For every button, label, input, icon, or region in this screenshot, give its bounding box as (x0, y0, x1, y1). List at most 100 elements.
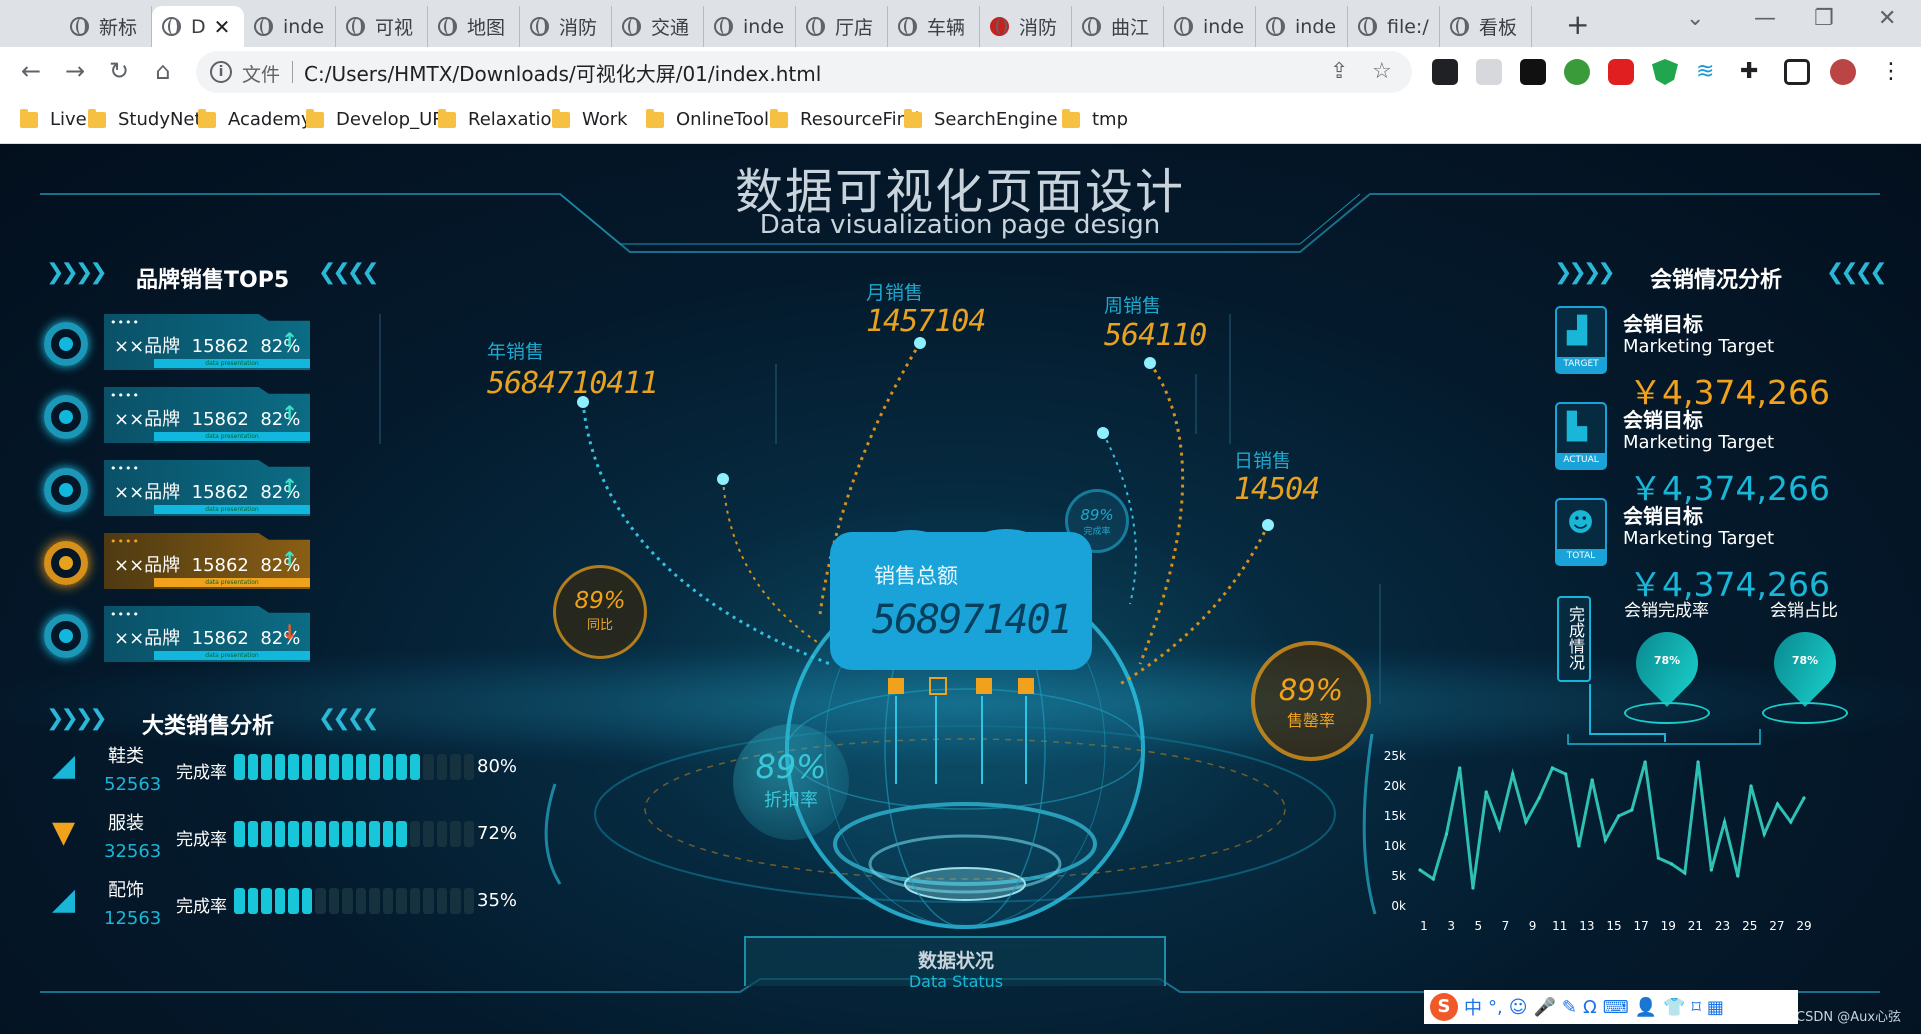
extension-icon[interactable] (1476, 59, 1502, 85)
tab[interactable]: inde (1164, 6, 1256, 47)
home-button[interactable]: ⌂ (146, 57, 180, 85)
tab[interactable]: 消防 (980, 6, 1072, 47)
reload-button[interactable]: ↻ (102, 57, 136, 85)
sidebar-icon[interactable] (1784, 59, 1810, 85)
progress-segment (288, 821, 299, 847)
tab[interactable]: 地图 (428, 6, 520, 47)
minimize-button[interactable]: — (1754, 6, 1776, 31)
ime-button[interactable]: 👤 (1635, 997, 1657, 1018)
ime-button[interactable]: ✎ (1562, 997, 1577, 1018)
bookmark-item[interactable]: ResourceFind (770, 108, 919, 130)
x-tick-label: 19 (1661, 919, 1676, 933)
bookmark-item[interactable]: StudyNet (88, 108, 202, 130)
bookmark-item[interactable]: SearchEngine (904, 108, 1058, 130)
extension-icon[interactable] (1564, 59, 1590, 85)
ime-button[interactable]: ⌑ (1692, 997, 1701, 1018)
tab-label: 地图 (467, 17, 506, 39)
bookmark-item[interactable]: OnlineTools (646, 108, 778, 130)
close-tab-icon[interactable]: ✕ (214, 15, 231, 39)
bookmark-item[interactable]: Develop_URL (306, 108, 455, 130)
bookmark-item[interactable]: Live (20, 108, 87, 130)
bookmark-item[interactable]: Academy (198, 108, 312, 130)
shield-icon[interactable] (1652, 59, 1678, 85)
ime-button[interactable]: °, (1488, 997, 1503, 1018)
share-gauge: 78% (1761, 619, 1849, 724)
brand-value: 15862 (191, 555, 249, 576)
tab[interactable]: file:/ (1348, 6, 1440, 47)
bookmark-star-icon[interactable]: ☆ (1372, 59, 1392, 84)
tab[interactable]: 交通 (612, 6, 704, 47)
brand-row: •••• ××品牌 15862 82% ↑ data presentation (44, 460, 314, 520)
ime-button[interactable]: ▦ (1707, 997, 1724, 1018)
ime-button[interactable]: 中 (1464, 994, 1482, 1020)
progress-segment (450, 888, 461, 914)
tab[interactable]: inde (1256, 6, 1348, 47)
bookmark-item[interactable]: Work (552, 108, 628, 130)
avatar[interactable] (1830, 59, 1856, 85)
ime-toolbar[interactable]: S 中 °, ☺ 🎤 ✎ Ω ⌨ 👤 👕 ⌑ ▦ (1424, 990, 1798, 1024)
globe-icon (1358, 17, 1377, 36)
folder-icon (306, 108, 324, 128)
tab-label: inde (1203, 15, 1245, 38)
youtube-icon[interactable] (1608, 59, 1634, 85)
globe-icon (622, 17, 641, 36)
ime-button[interactable]: ⌨ (1603, 997, 1629, 1018)
ime-button[interactable]: 🎤 (1534, 997, 1556, 1018)
chart-series-line (1419, 761, 1806, 889)
tab[interactable]: 可视 (336, 6, 428, 47)
folder-icon (646, 108, 664, 128)
browser-chrome: 新标 D ✕ inde 可视 地图 消防 交通 inde 厅店 车辆 消防 曲江 inde inde file… (0, 0, 1921, 144)
progress-segment (234, 821, 245, 847)
tab-search-icon[interactable]: ⌄ (1686, 6, 1704, 31)
restore-button[interactable]: ❐ (1814, 6, 1834, 31)
bookmark-item[interactable]: Relaxation (438, 108, 563, 130)
puzzle-icon[interactable]: ✚ (1740, 59, 1766, 85)
tab[interactable]: 新标 (60, 6, 152, 47)
tab[interactable]: 看板 (1440, 6, 1532, 47)
ime-button[interactable]: ☺ (1509, 997, 1528, 1018)
chart-point (1564, 772, 1568, 776)
extension-icon[interactable] (1520, 59, 1546, 85)
ime-button[interactable]: 👕 (1663, 997, 1685, 1018)
bookmark-item[interactable]: tmp (1062, 108, 1129, 130)
ime-button[interactable]: Ω (1583, 997, 1597, 1018)
forward-button[interactable]: → (58, 57, 92, 85)
omnibox[interactable]: i 文件 C:/Users/HMTX/Downloads/可视化大屏/01/in… (196, 51, 1412, 93)
completion-gauge: 78% (1623, 619, 1711, 724)
sellout-rate-label: 售罄率 (1286, 711, 1335, 730)
tab[interactable]: 曲江 (1072, 6, 1164, 47)
menu-icon[interactable]: ⋮ (1880, 59, 1906, 85)
tab[interactable]: inde (704, 6, 796, 47)
protocol-label: 文件 (242, 64, 281, 86)
tab[interactable]: 厅店 (796, 6, 888, 47)
tab-label: file:/ (1387, 15, 1429, 38)
close-window-button[interactable]: ✕ (1878, 6, 1896, 31)
progress-segment (396, 754, 407, 780)
wifi-icon[interactable]: ≋ (1696, 59, 1722, 85)
chart-point (1617, 814, 1621, 818)
completion-label: 完成率 (176, 830, 227, 850)
progress-segment (315, 821, 326, 847)
tab[interactable]: inde (244, 6, 336, 47)
share-icon[interactable]: ⇪ (1330, 59, 1348, 84)
chart-point (1696, 760, 1700, 764)
sogou-logo-icon[interactable]: S (1430, 993, 1458, 1021)
title-block: 数据可视化页面设计 Data visualization page design (560, 144, 1360, 252)
info-icon[interactable]: i (210, 61, 232, 83)
total-sales-label: 销售总额 (874, 564, 958, 588)
day-sales-value: 14504 (1234, 472, 1320, 507)
back-button[interactable]: ← (14, 57, 48, 85)
tab[interactable]: 车辆 (888, 6, 980, 47)
bookmark-label: tmp (1092, 109, 1129, 130)
new-tab-button[interactable]: + (1566, 8, 1589, 41)
bookmark-label: Work (582, 109, 628, 130)
tab[interactable]: 消防 (520, 6, 612, 47)
shirt-icon: ▼ (52, 815, 76, 850)
x-tick-label: 13 (1579, 919, 1594, 933)
yoy-rate-value: 89% (574, 588, 626, 614)
globe-icon (806, 17, 825, 36)
url-text[interactable]: C:/Users/HMTX/Downloads/可视化大屏/01/index.h… (304, 58, 821, 87)
tab[interactable]: D ✕ (152, 6, 244, 47)
extension-icon[interactable] (1432, 59, 1458, 85)
progress-segment (409, 888, 420, 914)
